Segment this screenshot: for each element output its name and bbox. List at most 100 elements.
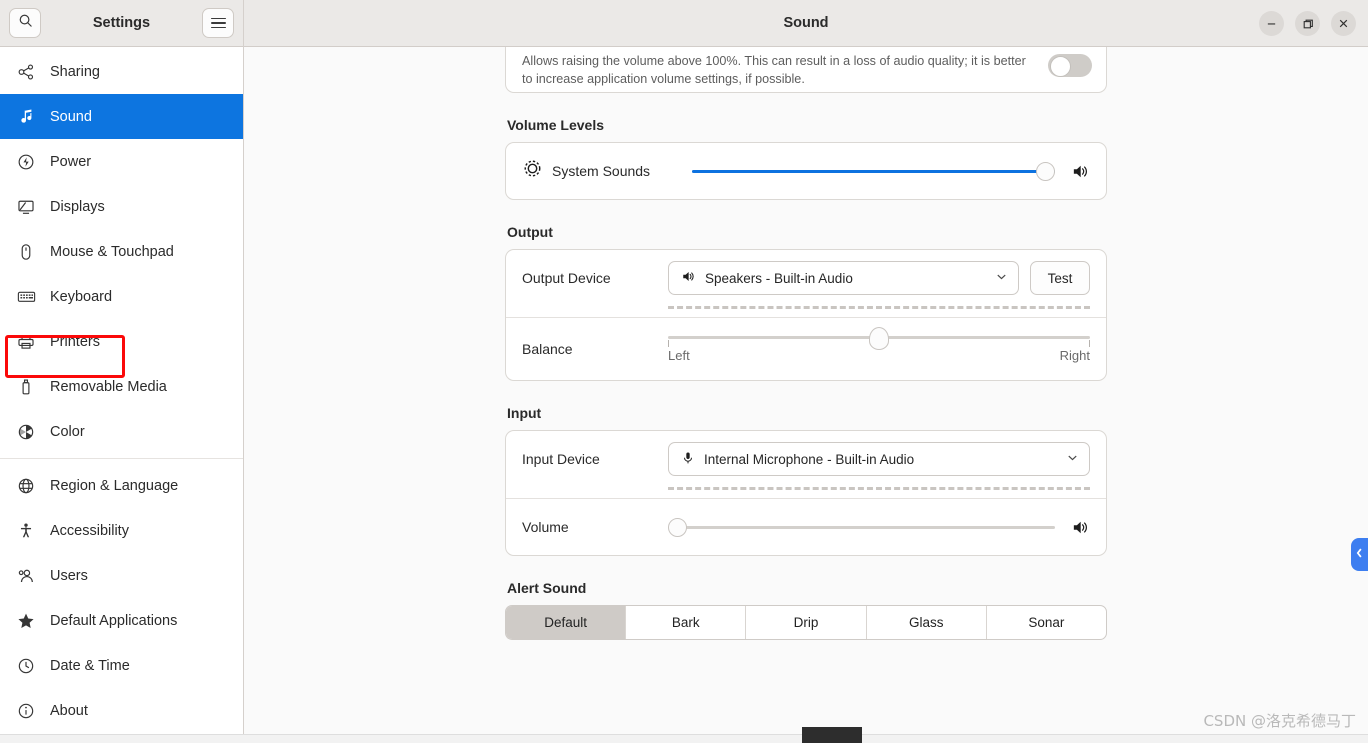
sidebar-divider [0, 458, 243, 459]
keyboard-icon [16, 287, 36, 307]
output-test-button[interactable]: Test [1030, 261, 1090, 295]
output-heading: Output [507, 224, 553, 240]
alert-sound-option-bark[interactable]: Bark [626, 606, 747, 639]
chevron-left-icon [1355, 546, 1364, 564]
overamplification-toggle[interactable] [1048, 54, 1092, 77]
main-panel: Sound Allows raising the volume above 10… [244, 0, 1368, 743]
edge-expand-tab[interactable] [1351, 538, 1368, 571]
page-title: Sound [783, 15, 829, 31]
system-sounds-label: System Sounds [552, 163, 651, 179]
output-device-row: Output Device Speakers - Built-in Audio [506, 250, 1106, 306]
sidebar-item-label: Mouse & Touchpad [50, 243, 174, 260]
sidebar-item-label: Region & Language [50, 477, 179, 494]
alert-sound-option-label: Default [544, 615, 587, 630]
sidebar-item-label: About [50, 702, 88, 719]
input-heading: Input [507, 405, 542, 421]
close-button[interactable] [1331, 11, 1356, 36]
sidebar-item-label: Removable Media [50, 378, 167, 395]
balance-right-label: Right [1059, 347, 1090, 363]
alert-sound-option-glass[interactable]: Glass [867, 606, 987, 639]
music-note-icon [16, 107, 36, 127]
printer-icon [16, 332, 36, 352]
sidebar-item-label: Power [50, 153, 92, 170]
overamplification-description: Allows raising the volume above 100%. Th… [522, 54, 1026, 86]
users-icon [16, 566, 36, 586]
output-card: Output Device Speakers - Built-in Audio [505, 249, 1107, 381]
sidebar-item-users[interactable]: Users [0, 553, 243, 598]
input-card: Input Device Internal Microphone - Built… [505, 430, 1107, 556]
minimize-button[interactable] [1259, 11, 1284, 36]
input-device-select[interactable]: Internal Microphone - Built-in Audio [668, 442, 1090, 476]
volume-high-icon [1071, 518, 1090, 537]
sidebar-item-color[interactable]: Color [0, 409, 243, 454]
input-device-row: Input Device Internal Microphone - Built… [506, 431, 1106, 487]
system-sounds-label-group: System Sounds [522, 158, 692, 184]
alert-sound-option-sonar[interactable]: Sonar [987, 606, 1106, 639]
sidebar-item-printers[interactable]: Printers [0, 319, 243, 364]
sidebar-list: Sharing Sound Power Displays Mouse & Tou… [0, 47, 243, 743]
sidebar-item-sound[interactable]: Sound [0, 94, 243, 139]
taskbar-fragment [802, 727, 862, 743]
volume-high-icon [1071, 162, 1090, 181]
input-device-label: Input Device [522, 451, 600, 467]
display-icon [16, 197, 36, 217]
globe-icon [16, 476, 36, 496]
sidebar-item-label: Users [50, 567, 88, 584]
alert-sound-heading: Alert Sound [507, 580, 587, 596]
sidebar-item-default-applications[interactable]: Default Applications [0, 598, 243, 643]
accessibility-icon [16, 521, 36, 541]
sidebar-item-displays[interactable]: Displays [0, 184, 243, 229]
microphone-icon [681, 451, 695, 468]
input-volume-row: Volume [506, 499, 1106, 555]
sidebar-item-label: Date & Time [50, 657, 130, 674]
main-header: Sound [244, 0, 1368, 47]
sidebar-item-about[interactable]: About [0, 688, 243, 733]
sidebar-item-label: Printers [50, 333, 100, 350]
sidebar-item-sharing[interactable]: Sharing [0, 49, 243, 94]
color-wheel-icon [16, 422, 36, 442]
alert-sound-option-label: Glass [908, 615, 944, 630]
sidebar-item-label: Accessibility [50, 522, 129, 539]
bottom-strip [0, 734, 1368, 743]
balance-slider[interactable]: Left Right [668, 326, 1090, 363]
watermark: CSDN @洛克希德马丁 [1203, 712, 1356, 730]
output-level-meter [668, 306, 1090, 309]
sidebar-item-label: Keyboard [50, 288, 113, 305]
sidebar-item-keyboard[interactable]: Keyboard [0, 274, 243, 319]
alert-sound-option-label: Drip [793, 615, 819, 630]
sidebar-item-region-language[interactable]: Region & Language [0, 463, 243, 508]
search-button[interactable] [9, 8, 41, 38]
balance-row: Balance Left Right [506, 318, 1106, 380]
menu-button[interactable] [202, 8, 234, 38]
balance-left-label: Left [668, 347, 690, 363]
star-icon [16, 611, 36, 631]
volume-levels-heading: Volume Levels [507, 117, 605, 133]
input-volume-slider[interactable] [668, 517, 1055, 537]
sidebar: Settings Sharing Sound Power Displays Mo… [0, 0, 244, 743]
sidebar-item-label: Color [50, 423, 85, 440]
clock-icon [16, 656, 36, 676]
alert-sound-option-label: Bark [671, 615, 700, 630]
search-icon [18, 13, 33, 33]
output-device-value: Speakers - Built-in Audio [705, 270, 853, 286]
sidebar-header: Settings [0, 0, 243, 47]
sidebar-item-power[interactable]: Power [0, 139, 243, 184]
sidebar-item-mouse-touchpad[interactable]: Mouse & Touchpad [0, 229, 243, 274]
input-volume-label: Volume [522, 519, 569, 535]
chevron-down-icon [1066, 451, 1079, 467]
alert-sound-option-default[interactable]: Default [506, 606, 627, 639]
input-level-meter [668, 487, 1090, 490]
alert-sound-option-drip[interactable]: Drip [746, 606, 867, 639]
sidebar-item-date-time[interactable]: Date & Time [0, 643, 243, 688]
settings-scroll-area[interactable]: Allows raising the volume above 100%. Th… [244, 47, 1368, 743]
balance-label: Balance [522, 341, 573, 357]
share-icon [16, 62, 36, 82]
chevron-down-icon [995, 270, 1008, 286]
system-sounds-icon [522, 158, 543, 184]
sidebar-item-removable-media[interactable]: Removable Media [0, 364, 243, 409]
output-device-select[interactable]: Speakers - Built-in Audio [668, 261, 1019, 295]
maximize-button[interactable] [1295, 11, 1320, 36]
sidebar-item-accessibility[interactable]: Accessibility [0, 508, 243, 553]
mouse-icon [16, 242, 36, 262]
system-sounds-slider[interactable] [692, 161, 1055, 181]
